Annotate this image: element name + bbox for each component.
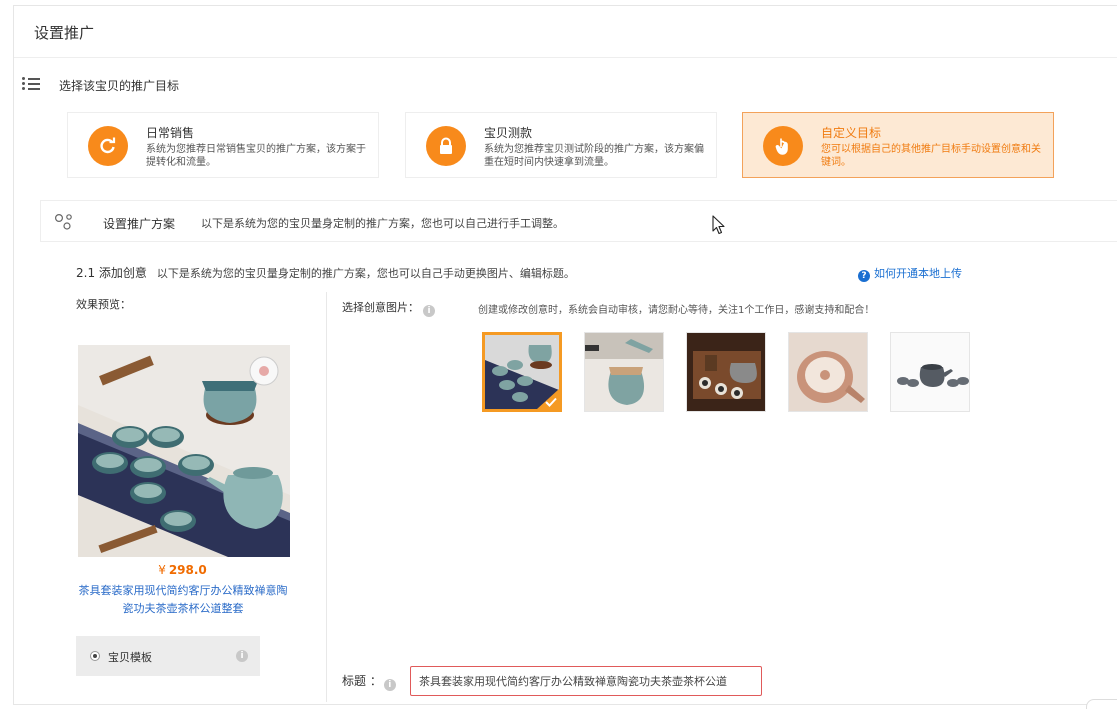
goal-desc: 您可以根据自己的其他推广目标手动设置创意和关键词。 — [821, 144, 1041, 168]
info-icon[interactable]: i — [236, 650, 248, 662]
corner-widget[interactable] — [1086, 699, 1117, 709]
list-icon — [22, 76, 40, 92]
upload-help-label: 如何开通本地上传 — [874, 267, 962, 280]
creative-image-thumbnail[interactable] — [890, 332, 970, 412]
creative-image-thumbnail[interactable] — [482, 332, 562, 412]
creative-image-thumbnail[interactable] — [584, 332, 664, 412]
product-price: ¥298.0 — [0, 563, 365, 577]
review-note: 创建或修改创意时，系统会自动审核，请您耐心等待，关注1个工作日，感谢支持和配合！ — [478, 305, 875, 316]
upload-help-link[interactable]: ? 如何开通本地上传 — [858, 265, 962, 282]
settings-nodes-icon — [54, 213, 74, 231]
creative-image-thumbnail[interactable] — [686, 332, 766, 412]
currency-symbol: ¥ — [158, 563, 166, 577]
creative-image-thumbnail[interactable] — [788, 332, 868, 412]
goal-desc: 系统为您推荐宝贝测试阶段的推广方案，该方案偏重在短时间内快速拿到流量。 — [484, 144, 704, 168]
plan-section: 设置推广方案 以下是系统为您的宝贝量身定制的推广方案，您也可以自己进行手工调整。 — [40, 200, 1117, 242]
goal-card-daily-sales[interactable]: 日常销售 系统为您推荐日常销售宝贝的推广方案，该方案于提转化和流量。 — [67, 112, 379, 178]
template-label: 宝贝模板 — [108, 651, 152, 664]
goal-title: 自定义目标 — [821, 126, 882, 140]
hand-pointer-icon — [763, 126, 803, 166]
goal-desc: 系统为您推荐日常销售宝贝的推广方案，该方案于提转化和流量。 — [146, 144, 366, 168]
plan-section-desc: 以下是系统为您的宝贝量身定制的推广方案，您也可以自己进行手工调整。 — [201, 217, 564, 230]
creative-heading-title: 2.1 添加创意 — [76, 266, 147, 280]
goal-title: 宝贝测款 — [484, 126, 533, 140]
price-value: 298.0 — [168, 563, 207, 577]
help-icon: ? — [858, 270, 870, 282]
page-header: 设置推广 — [14, 6, 1117, 58]
goal-title: 日常销售 — [146, 126, 195, 140]
title-input[interactable] — [410, 666, 762, 696]
product-template-option[interactable]: 宝贝模板 i — [76, 636, 260, 676]
title-label-text: 标题 ： — [342, 674, 382, 688]
select-image-label-text: 选择创意图片： — [342, 301, 419, 314]
page-title: 设置推广 — [34, 24, 95, 42]
template-radio[interactable] — [90, 651, 100, 661]
goal-card-custom[interactable]: 自定义目标 您可以根据自己的其他推广目标手动设置创意和关键词。 — [742, 112, 1054, 178]
refresh-icon — [88, 126, 128, 166]
plan-section-title: 设置推广方案 — [103, 217, 176, 231]
lock-icon — [426, 126, 466, 166]
product-title-link[interactable]: 茶具套装家用现代简约客厅办公精致禅意陶瓷功夫茶壶茶杯公道整套 — [76, 582, 290, 618]
info-icon[interactable]: i — [383, 679, 396, 691]
creative-heading-desc: 以下是系统为您的宝贝量身定制的推广方案，您也可以自己手动更换图片、编辑标题。 — [156, 267, 575, 280]
select-image-label: 选择创意图片： i — [342, 299, 435, 317]
product-preview-image — [78, 345, 290, 557]
mouse-cursor-icon — [712, 215, 726, 238]
column-divider — [326, 292, 327, 702]
creative-heading: 2.1 添加创意 以下是系统为您的宝贝量身定制的推广方案，您也可以自己手动更换图片… — [76, 264, 575, 281]
preview-label: 效果预览： — [76, 298, 131, 311]
title-label: 标题 ： i — [342, 672, 396, 691]
goal-card-product-test[interactable]: 宝贝测款 系统为您推荐宝贝测试阶段的推广方案，该方案偏重在短时间内快速拿到流量。 — [405, 112, 717, 178]
info-icon[interactable]: i — [423, 305, 435, 317]
goal-section-label: 选择该宝贝的推广目标 — [59, 79, 180, 93]
